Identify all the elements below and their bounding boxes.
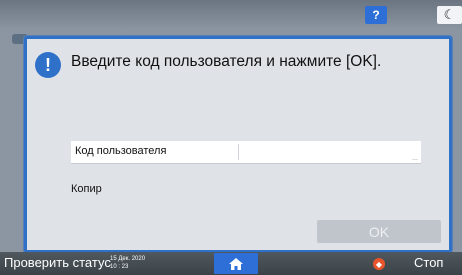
date-time: 15 Дек. 2020 10 : 23 bbox=[110, 255, 145, 271]
bottom-bar: Проверить статус 15 Дек. 2020 10 : 23 ◆ … bbox=[0, 252, 462, 275]
time-text: 10 : 23 bbox=[110, 264, 129, 270]
moon-icon: ☾ bbox=[443, 7, 456, 22]
more-indicator: ... bbox=[412, 155, 418, 162]
stop-icon[interactable]: ◆ bbox=[373, 258, 385, 270]
help-button[interactable]: ? bbox=[365, 6, 387, 24]
home-button[interactable] bbox=[214, 253, 258, 274]
user-code-input[interactable] bbox=[241, 142, 417, 162]
stop-button[interactable]: Стоп bbox=[414, 255, 443, 270]
top-status-bar: ? ☾ bbox=[0, 0, 462, 30]
check-status-button[interactable]: Проверить статус bbox=[4, 255, 111, 270]
night-mode-button[interactable]: ☾ bbox=[437, 6, 462, 24]
field-divider bbox=[238, 144, 239, 160]
exclamation-icon: ! bbox=[35, 52, 61, 78]
function-label: Копир bbox=[71, 183, 102, 195]
home-icon bbox=[229, 257, 243, 270]
date-text: 15 Дек. 2020 bbox=[110, 256, 146, 262]
user-code-label: Код пользователя bbox=[75, 145, 167, 157]
user-code-field[interactable]: Код пользователя ... bbox=[71, 141, 421, 164]
help-icon: ? bbox=[372, 8, 380, 22]
ok-button[interactable]: OK bbox=[317, 220, 441, 243]
user-code-dialog: ! Введите код пользователя и нажмите [OK… bbox=[24, 36, 452, 253]
dialog-title: Введите код пользователя и нажмите [OK]. bbox=[71, 53, 382, 70]
